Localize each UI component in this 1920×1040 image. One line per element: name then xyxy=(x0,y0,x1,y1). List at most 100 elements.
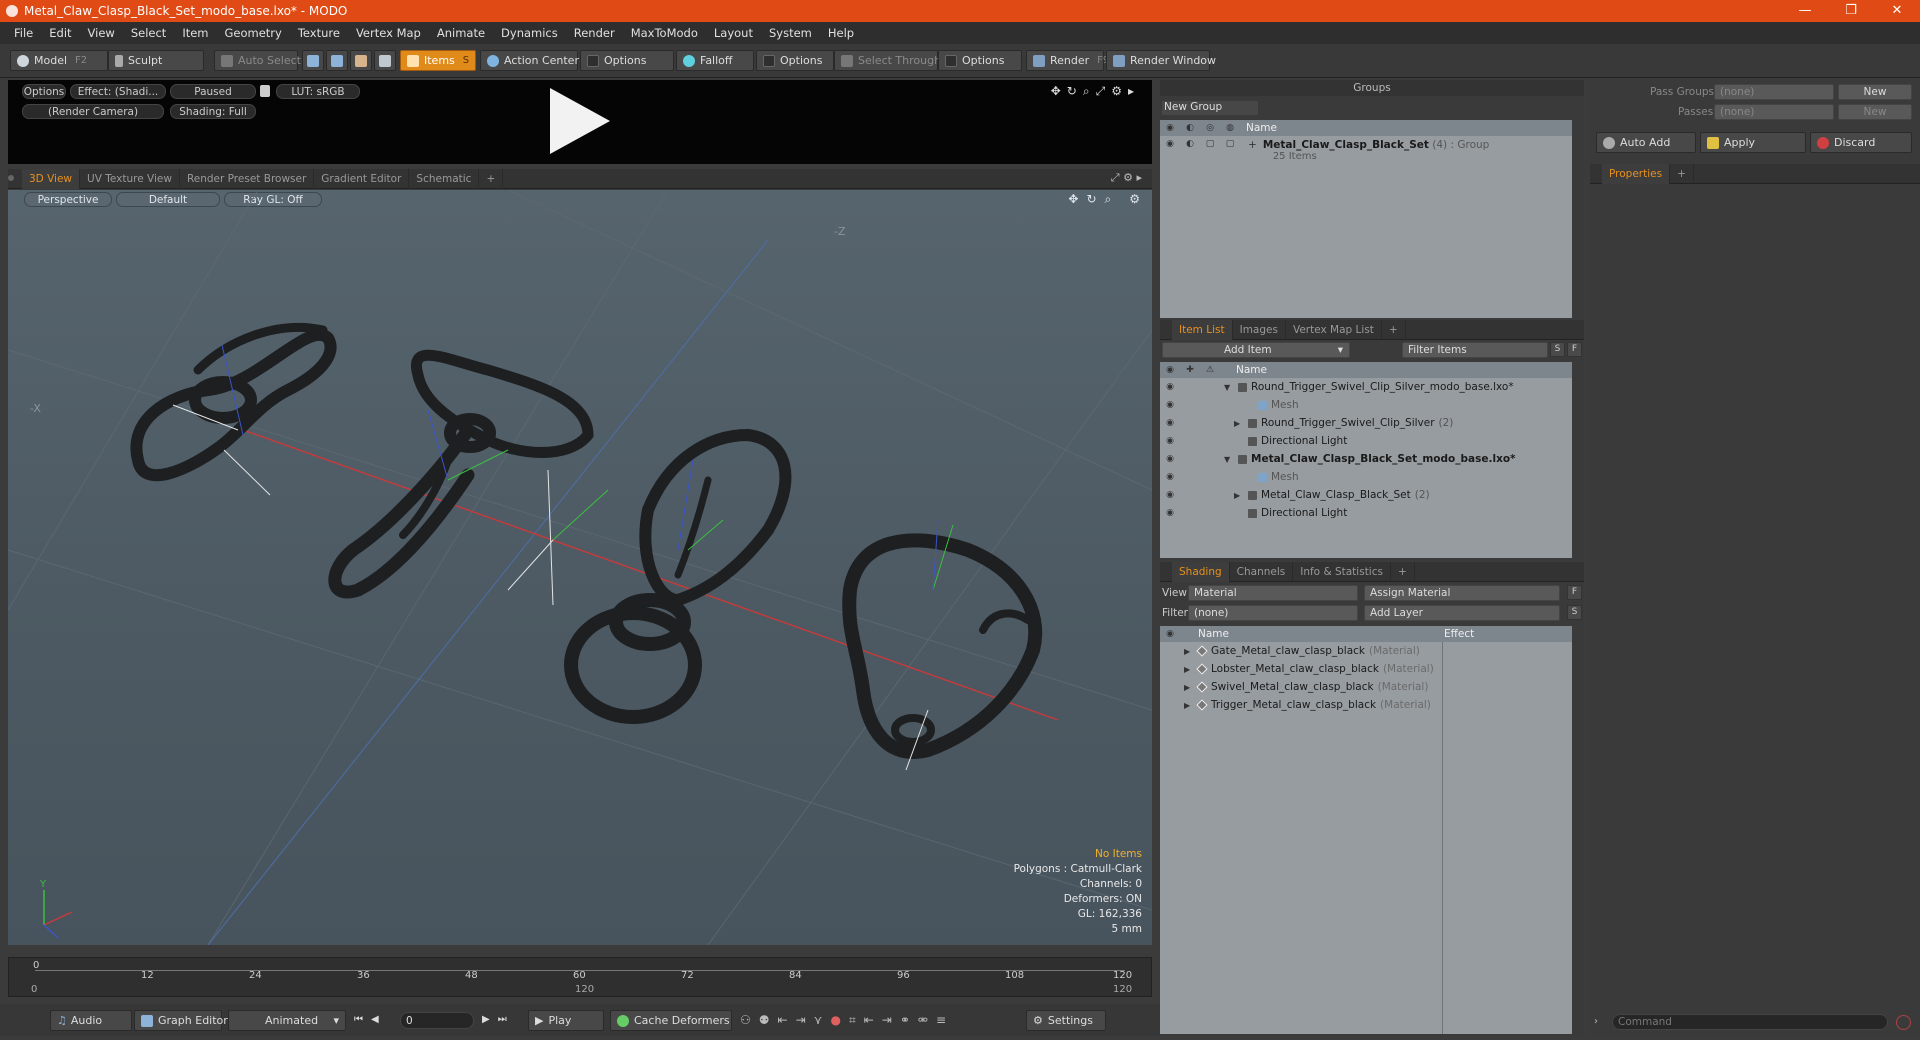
lock-icon[interactable] xyxy=(260,85,270,97)
cache-deformers-button[interactable]: Cache Deformers xyxy=(610,1010,732,1031)
new-pass-group-button[interactable]: New xyxy=(1838,84,1912,100)
auto-select-button[interactable]: Auto Select xyxy=(214,50,301,71)
add-item-dropdown[interactable]: Add Item ▾ xyxy=(1162,342,1350,358)
skip-start-icon[interactable]: ⏮ xyxy=(354,1014,363,1025)
new-pass-button[interactable]: New xyxy=(1838,104,1912,120)
menu-help[interactable]: Help xyxy=(820,26,862,40)
assign-material-button[interactable]: Assign Material xyxy=(1364,585,1560,601)
lock-icon[interactable]: ✚ xyxy=(1180,365,1200,375)
preview-effect-dropdown[interactable]: Effect: (Shadi... xyxy=(70,84,166,99)
add-tab-button[interactable]: + xyxy=(1670,163,1694,184)
lock-icon[interactable]: ◐ xyxy=(1180,139,1200,149)
polygons-mode-button[interactable] xyxy=(350,50,372,71)
menu-view[interactable]: View xyxy=(80,26,123,40)
graph-editor-button[interactable]: Graph Editor xyxy=(134,1010,228,1031)
sculpt-mode-button[interactable]: Sculpt xyxy=(108,50,204,71)
tab-images[interactable]: Images xyxy=(1233,319,1286,340)
eye-icon[interactable]: ◉ xyxy=(1160,365,1180,375)
step-forward-icon[interactable]: ▶ xyxy=(482,1014,490,1025)
move-icon[interactable]: ✥ xyxy=(1051,84,1061,99)
fit-icon[interactable]: ⤢ xyxy=(1096,84,1106,99)
preview-lut-dropdown[interactable]: LUT: sRGB xyxy=(276,84,360,99)
lock-icon[interactable]: ◐ xyxy=(1180,123,1200,133)
model-mode-button[interactable]: Model F2 xyxy=(10,50,108,71)
new-group-button[interactable]: New Group xyxy=(1162,101,1258,115)
maximize-icon[interactable]: ⤢ xyxy=(1111,171,1120,184)
settings-button[interactable]: ⚙ Settings xyxy=(1026,1010,1106,1031)
preview-shading-dropdown[interactable]: Shading: Full xyxy=(170,104,256,119)
falloff-options-button[interactable]: Options xyxy=(756,50,834,71)
gear-icon[interactable]: ⚙ xyxy=(1123,171,1133,184)
prev-key-icon[interactable]: ⇤ xyxy=(778,1013,788,1028)
tab-shading[interactable]: Shading xyxy=(1172,561,1230,582)
filter-items-input[interactable]: Filter Items xyxy=(1402,342,1548,358)
render-window-button[interactable]: Render Window xyxy=(1106,50,1216,71)
keyframe-icon[interactable]: ⋎ xyxy=(814,1013,823,1028)
preview-paused-button[interactable]: Paused xyxy=(170,84,256,99)
arrow-right-icon[interactable]: ▸ xyxy=(1136,171,1142,184)
menu-render[interactable]: Render xyxy=(566,26,623,40)
menu-maxtomodo[interactable]: MaxToModo xyxy=(623,26,706,40)
maximize-button[interactable]: ❐ xyxy=(1828,0,1874,22)
apply-button[interactable]: Apply xyxy=(1700,132,1806,153)
animated-dropdown[interactable]: Animated ▾ xyxy=(228,1010,346,1031)
tab-vertex-map-list[interactable]: Vertex Map List xyxy=(1286,319,1382,340)
play-icon[interactable] xyxy=(546,86,612,156)
auto-add-button[interactable]: Auto Add xyxy=(1596,132,1696,153)
gear-icon[interactable]: ⚙ xyxy=(1111,84,1122,99)
key-filter-icon[interactable]: ⌗ xyxy=(849,1013,856,1028)
action-center-options-button[interactable]: Options xyxy=(580,50,674,71)
eye-icon[interactable]: ◉ xyxy=(1160,382,1180,392)
item-list-row[interactable]: ◉ Mesh xyxy=(1160,396,1572,414)
menu-layout[interactable]: Layout xyxy=(706,26,761,40)
passes-dropdown[interactable]: (none) xyxy=(1714,104,1834,120)
tab-3d-view[interactable]: 3D View xyxy=(22,168,81,189)
render-toggle-icon[interactable]: ⚠ xyxy=(1200,365,1220,375)
key-icon[interactable]: ⚇ xyxy=(740,1013,751,1028)
select-toggle-icon[interactable]: ◍ xyxy=(1220,123,1240,133)
record-icon[interactable]: ● xyxy=(830,1013,840,1028)
tab-item-list[interactable]: Item List xyxy=(1172,319,1233,340)
filter-dropdown[interactable]: (none) xyxy=(1188,605,1358,621)
preview-options-button[interactable]: Options xyxy=(22,84,66,99)
link-icon[interactable]: ⚭ xyxy=(900,1013,910,1028)
render-toggle-icon[interactable]: ◎ xyxy=(1200,123,1220,133)
command-input[interactable]: Command xyxy=(1612,1014,1888,1030)
eye-icon[interactable]: ◉ xyxy=(1160,123,1180,133)
select-toggle-icon[interactable]: ▢ xyxy=(1220,139,1240,149)
frame-input[interactable]: 0 xyxy=(400,1012,474,1029)
menu-select[interactable]: Select xyxy=(123,26,174,40)
select-through-button[interactable]: Select Through xyxy=(834,50,941,71)
add-tab-button[interactable]: + xyxy=(1382,319,1406,340)
first-key-icon[interactable]: ⇤ xyxy=(864,1013,874,1028)
minimize-button[interactable]: — xyxy=(1782,0,1828,22)
tab-properties[interactable]: Properties xyxy=(1602,163,1671,184)
expand-arrow-icon[interactable]: ▶ xyxy=(1234,419,1248,428)
tab-info-statistics[interactable]: Info & Statistics xyxy=(1293,561,1391,582)
eye-icon[interactable]: ◉ xyxy=(1160,629,1180,639)
item-list-row[interactable]: ◉ Directional Light xyxy=(1160,504,1572,522)
eye-icon[interactable]: ◉ xyxy=(1160,139,1180,149)
menu-animate[interactable]: Animate xyxy=(429,26,493,40)
item-list-row[interactable]: ◉ Directional Light xyxy=(1160,432,1572,450)
view-dropdown[interactable]: Material xyxy=(1188,585,1358,601)
preview-camera-dropdown[interactable]: (Render Camera) xyxy=(22,104,164,119)
item-list-row[interactable]: ◉ ▼ Metal_Claw_Clasp_Black_Set_modo_base.l… xyxy=(1160,450,1572,468)
shader-row[interactable]: ▶ Trigger_Metal_claw_clasp_black (Material… xyxy=(1160,696,1572,714)
menu-geometry[interactable]: Geometry xyxy=(217,26,290,40)
expand-arrow-icon[interactable]: ▼ xyxy=(1224,455,1238,464)
eye-icon[interactable]: ◉ xyxy=(1160,472,1180,482)
select-through-options-button[interactable]: Options xyxy=(938,50,1022,71)
shader-row[interactable]: ▶ Lobster_Metal_claw_clasp_black (Material… xyxy=(1160,660,1572,678)
timeline[interactable]: 0 12 24 36 48 60 72 84 96 108 120 0 120 … xyxy=(8,957,1152,997)
3d-viewport[interactable]: Perspective Default Ray GL: Off ✥ ↻ ⌕ ⚙ -Z … xyxy=(8,190,1152,945)
menu-item[interactable]: Item xyxy=(174,26,216,40)
add-tab-button[interactable]: + xyxy=(479,168,504,189)
expand-arrow-icon[interactable]: ▶ xyxy=(1234,491,1248,500)
shader-row[interactable]: ▶ Swivel_Metal_claw_clasp_black (Material) xyxy=(1160,678,1572,696)
eye-icon[interactable]: ◉ xyxy=(1160,436,1180,446)
pass-groups-dropdown[interactable]: (none) xyxy=(1714,84,1834,100)
menu-edit[interactable]: Edit xyxy=(41,26,79,40)
vertices-mode-button[interactable] xyxy=(302,50,324,71)
unlink-icon[interactable]: ⚮ xyxy=(918,1013,928,1028)
